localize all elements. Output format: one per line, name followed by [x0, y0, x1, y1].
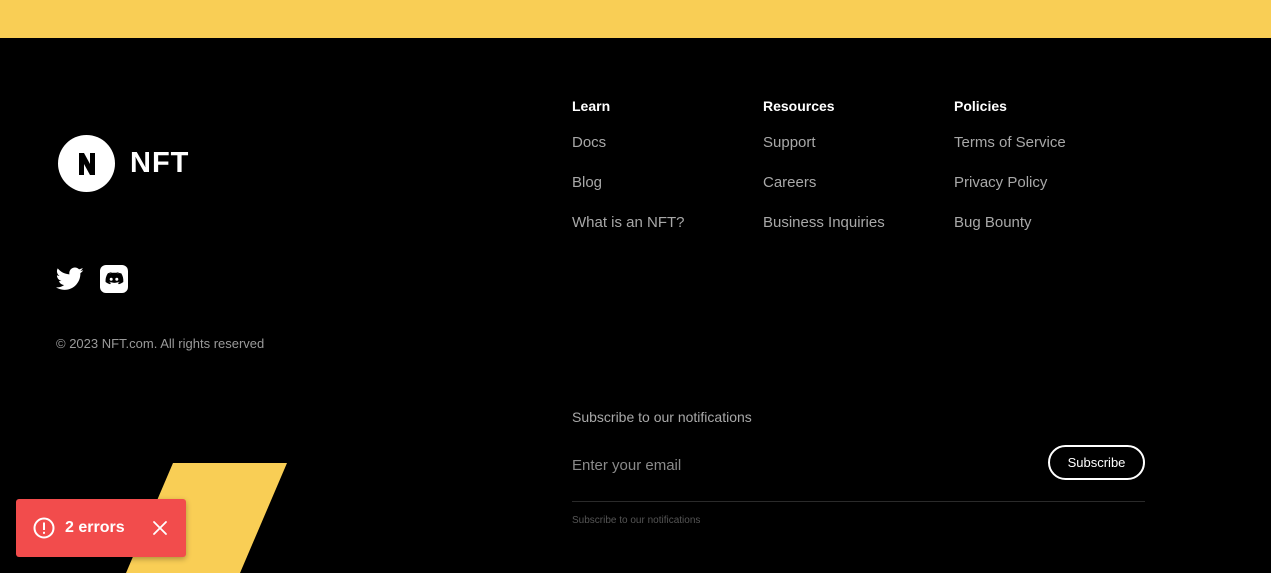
- blog-link[interactable]: Blog: [572, 174, 685, 192]
- subscribe-hint: Subscribe to our notifications: [572, 515, 701, 526]
- what-is-nft-link[interactable]: What is an NFT?: [572, 214, 685, 232]
- twitter-icon[interactable]: [56, 265, 84, 293]
- terms-of-service-link[interactable]: Terms of Service: [954, 134, 1066, 152]
- social-links: [56, 265, 128, 293]
- docs-link[interactable]: Docs: [572, 134, 685, 152]
- policies-column-title: Policies: [954, 98, 1007, 114]
- error-count-text: 2 errors: [65, 519, 125, 536]
- close-icon[interactable]: [151, 519, 169, 537]
- alert-circle-icon: [33, 517, 55, 539]
- learn-column: Learn Docs Blog What is an NFT?: [572, 98, 685, 254]
- learn-column-title: Learn: [572, 98, 611, 114]
- site-footer: NFT © 2023 NFT.com. All rights reserved …: [0, 38, 1271, 573]
- resources-column: Resources Support Careers Business Inqui…: [763, 98, 885, 254]
- subscribe-button[interactable]: Subscribe: [1048, 445, 1145, 480]
- subscribe-divider: [572, 501, 1145, 502]
- policies-column: Policies Terms of Service Privacy Policy…: [954, 98, 1066, 254]
- support-link[interactable]: Support: [763, 134, 885, 152]
- bug-bounty-link[interactable]: Bug Bounty: [954, 214, 1066, 232]
- email-input[interactable]: [572, 450, 1032, 480]
- brand-name: NFT: [130, 147, 190, 179]
- brand-logo[interactable]: NFT: [58, 135, 189, 192]
- top-accent-strip: [0, 0, 1271, 38]
- privacy-policy-link[interactable]: Privacy Policy: [954, 174, 1066, 192]
- resources-column-title: Resources: [763, 98, 835, 114]
- business-inquiries-link[interactable]: Business Inquiries: [763, 214, 885, 232]
- nft-logo-icon: [58, 135, 115, 192]
- careers-link[interactable]: Careers: [763, 174, 885, 192]
- error-toast[interactable]: 2 errors: [16, 499, 186, 557]
- copyright-text: © 2023 NFT.com. All rights reserved: [56, 336, 265, 351]
- subscribe-title: Subscribe to our notifications: [572, 409, 752, 425]
- discord-icon[interactable]: [100, 265, 128, 293]
